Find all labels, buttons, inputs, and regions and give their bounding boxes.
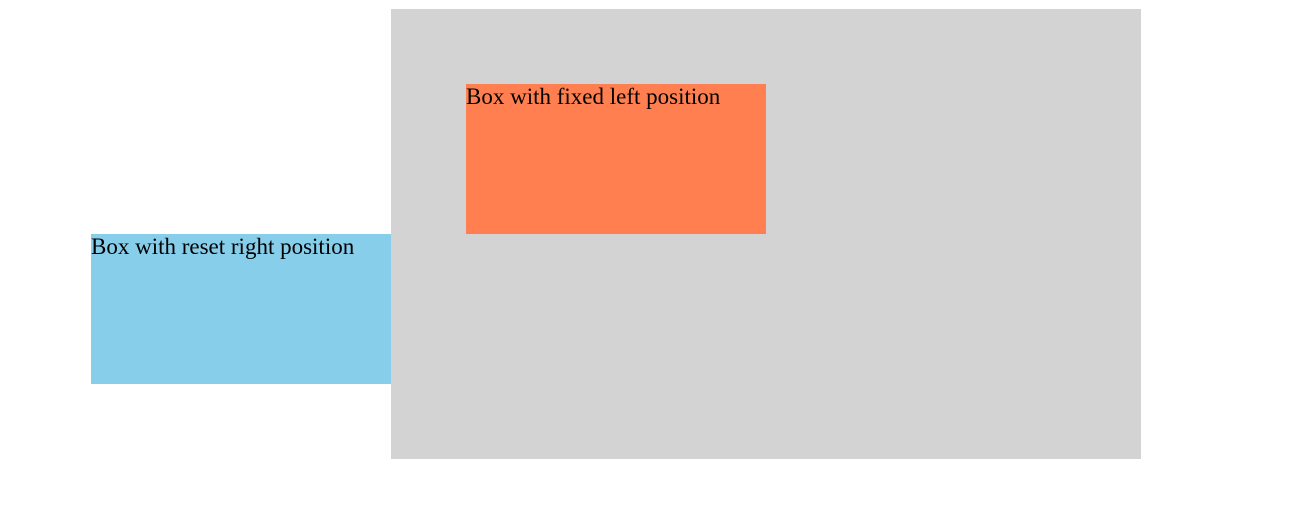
gray-container: Box with fixed left position Box with re…: [91, 9, 1141, 459]
reset-right-box: Box with reset right position: [91, 234, 391, 384]
fixed-left-box-label: Box with fixed left position: [466, 84, 721, 109]
fixed-left-box: Box with fixed left position: [466, 84, 766, 234]
reset-right-box-label: Box with reset right position: [91, 234, 355, 259]
